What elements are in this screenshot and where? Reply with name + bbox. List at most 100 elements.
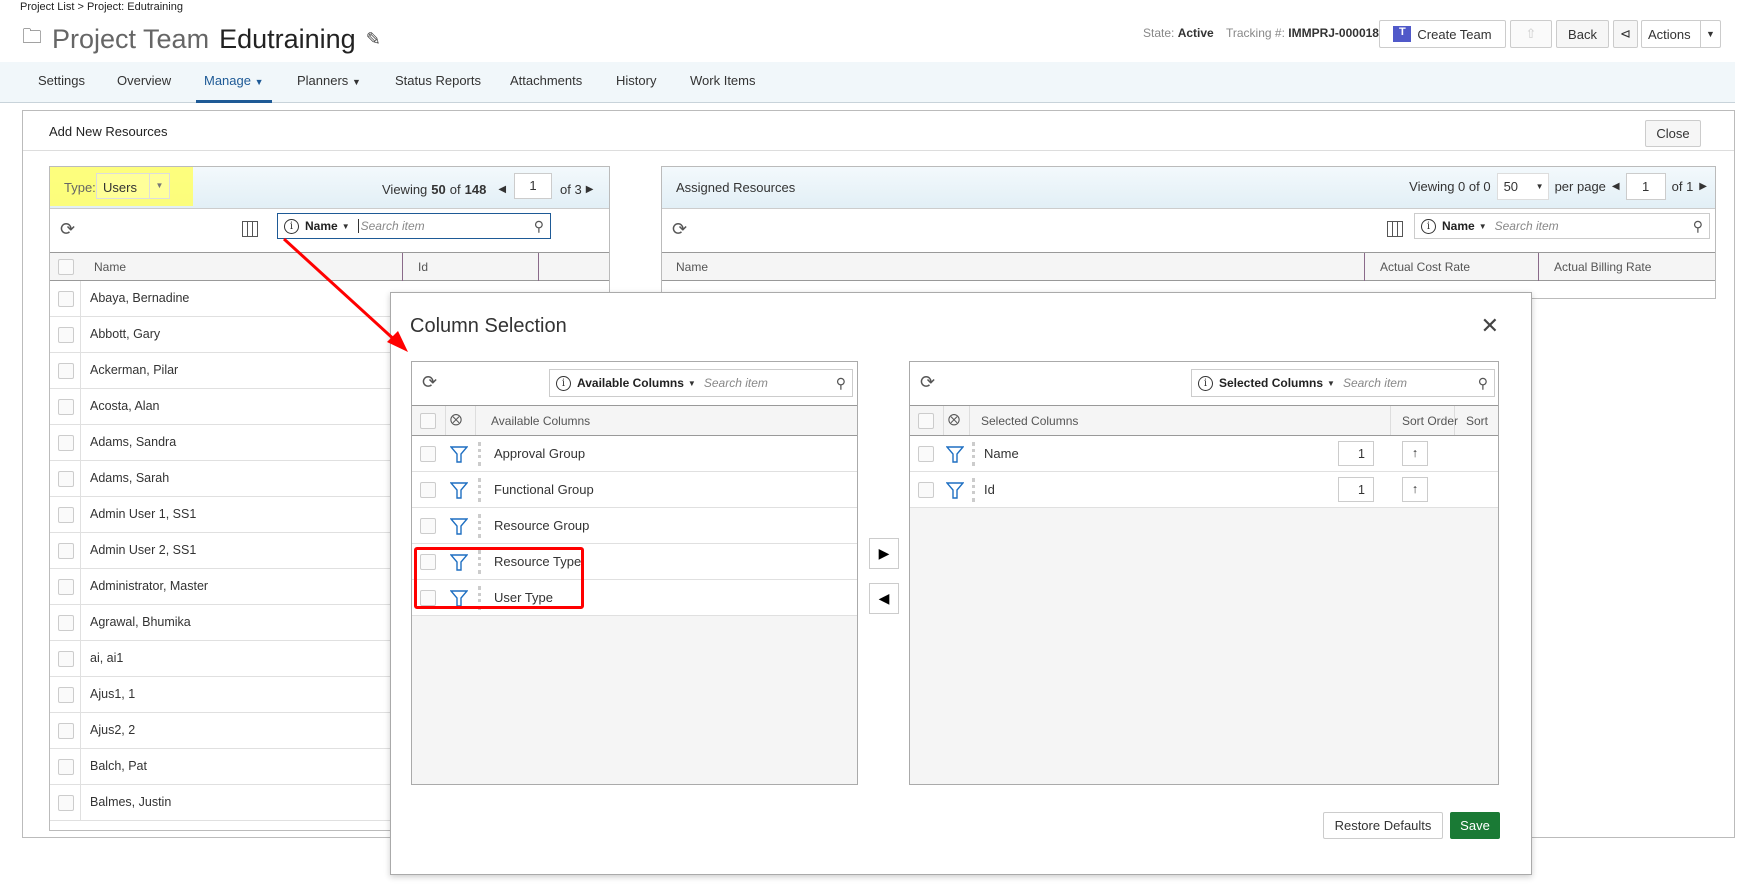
search-icon[interactable]: ⚲ bbox=[1478, 375, 1488, 392]
move-left-button[interactable]: ◀ bbox=[869, 583, 899, 614]
search-field-select[interactable]: Available Columns bbox=[577, 376, 684, 390]
tab-history[interactable]: History bbox=[616, 62, 656, 103]
sort-ascending-icon[interactable]: ↑ bbox=[1402, 441, 1428, 466]
row-checkbox[interactable] bbox=[58, 471, 74, 487]
col-name[interactable]: Name bbox=[94, 260, 126, 274]
save-button[interactable]: Save bbox=[1450, 812, 1500, 839]
available-search-input[interactable]: i Available Columns ▼ Search item ⚲ bbox=[549, 369, 853, 397]
columns-icon[interactable] bbox=[242, 221, 258, 237]
refresh-icon[interactable]: ⟳ bbox=[672, 219, 687, 240]
row-checkbox[interactable] bbox=[420, 518, 436, 534]
info-icon: i bbox=[1421, 218, 1436, 234]
column-row[interactable]: Approval Group bbox=[412, 436, 857, 472]
columns-icon[interactable] bbox=[1387, 221, 1403, 237]
row-checkbox[interactable] bbox=[58, 615, 74, 631]
actions-button[interactable]: Actions ▼ bbox=[1641, 20, 1721, 48]
prev-page-icon[interactable]: ◀ bbox=[1612, 181, 1620, 192]
filter-icon[interactable] bbox=[945, 445, 965, 463]
filter-icon[interactable] bbox=[945, 481, 965, 499]
row-checkbox[interactable] bbox=[58, 291, 74, 307]
tab-overview[interactable]: Overview bbox=[117, 62, 171, 103]
col-actual-cost-rate[interactable]: Actual Cost Rate bbox=[1380, 260, 1470, 274]
row-checkbox[interactable] bbox=[58, 363, 74, 379]
next-page-icon[interactable]: ▶ bbox=[586, 184, 594, 195]
row-checkbox[interactable] bbox=[58, 543, 74, 559]
page-input[interactable]: 1 bbox=[1625, 173, 1666, 200]
search-icon[interactable]: ⚲ bbox=[1693, 218, 1703, 235]
move-right-button[interactable]: ▶ bbox=[869, 538, 899, 569]
col-actual-billing-rate[interactable]: Actual Billing Rate bbox=[1554, 260, 1651, 274]
row-checkbox[interactable] bbox=[58, 327, 74, 343]
selected-search-input[interactable]: i Selected Columns ▼ Search item ⚲ bbox=[1191, 369, 1495, 397]
search-icon[interactable]: ⚲ bbox=[836, 375, 846, 392]
search-input[interactable]: i Name ▼ Search item ⚲ bbox=[277, 213, 551, 239]
page-input[interactable]: 1 bbox=[514, 173, 553, 199]
column-row[interactable]: Functional Group bbox=[412, 472, 857, 508]
export-button[interactable]: ⇧ bbox=[1510, 20, 1552, 48]
drag-handle[interactable] bbox=[478, 478, 481, 502]
back-button[interactable]: Back bbox=[1556, 20, 1609, 48]
col-id[interactable]: Id bbox=[418, 260, 428, 274]
info-icon: i bbox=[284, 218, 299, 234]
search-field-select[interactable]: Name bbox=[1442, 219, 1475, 233]
tab-settings[interactable]: Settings bbox=[38, 62, 85, 103]
row-checkbox[interactable] bbox=[420, 446, 436, 462]
next-page-icon[interactable]: ▶ bbox=[1699, 181, 1707, 192]
tab-attachments[interactable]: Attachments bbox=[510, 62, 582, 103]
row-checkbox[interactable] bbox=[58, 579, 74, 595]
row-checkbox[interactable] bbox=[58, 507, 74, 523]
drag-handle[interactable] bbox=[972, 478, 975, 502]
clear-filter-icon[interactable]: ⨂ bbox=[948, 412, 960, 426]
tab-planners[interactable]: Planners ▼ bbox=[297, 62, 361, 103]
search-input[interactable]: i Name ▼ Search item ⚲ bbox=[1414, 213, 1710, 239]
row-checkbox[interactable] bbox=[58, 795, 74, 811]
column-row[interactable]: Resource Group bbox=[412, 508, 857, 544]
tab-work-items[interactable]: Work Items bbox=[690, 62, 756, 103]
search-field-select[interactable]: Selected Columns bbox=[1219, 376, 1323, 390]
column-row[interactable]: Id 1 ↑ bbox=[910, 472, 1498, 508]
row-checkbox[interactable] bbox=[58, 759, 74, 775]
sort-order-input[interactable]: 1 bbox=[1338, 441, 1374, 466]
search-field-select[interactable]: Name bbox=[305, 219, 338, 233]
filter-icon[interactable] bbox=[449, 517, 469, 535]
drag-handle[interactable] bbox=[478, 442, 481, 466]
select-all-checkbox[interactable] bbox=[58, 259, 74, 275]
select-all-checkbox[interactable] bbox=[420, 413, 436, 429]
tab-manage[interactable]: Manage ▼ bbox=[196, 62, 272, 103]
divider bbox=[80, 533, 81, 568]
share-button[interactable]: ⊲ bbox=[1613, 20, 1638, 48]
close-button[interactable]: Close bbox=[1645, 120, 1701, 147]
prev-page-icon[interactable]: ◀ bbox=[498, 184, 506, 195]
refresh-icon[interactable]: ⟳ bbox=[60, 219, 75, 240]
sort-ascending-icon[interactable]: ↑ bbox=[1402, 477, 1428, 502]
drag-handle[interactable] bbox=[972, 442, 975, 466]
sort-order-input[interactable]: 1 bbox=[1338, 477, 1374, 502]
refresh-icon[interactable]: ⟳ bbox=[422, 372, 437, 393]
col-name[interactable]: Name bbox=[676, 260, 708, 274]
edit-pencil-icon[interactable]: ✎ bbox=[366, 29, 381, 50]
row-checkbox[interactable] bbox=[918, 482, 934, 498]
row-checkbox[interactable] bbox=[58, 399, 74, 415]
tab-status-reports[interactable]: Status Reports bbox=[395, 62, 481, 103]
row-checkbox[interactable] bbox=[420, 482, 436, 498]
viewing-label: Viewing 0 of 0 bbox=[1409, 179, 1491, 194]
filter-icon[interactable] bbox=[449, 481, 469, 499]
row-checkbox[interactable] bbox=[58, 687, 74, 703]
row-checkbox[interactable] bbox=[58, 435, 74, 451]
per-page-select[interactable]: 50 ▼ bbox=[1496, 173, 1549, 200]
row-checkbox[interactable] bbox=[58, 651, 74, 667]
row-checkbox[interactable] bbox=[918, 446, 934, 462]
close-icon[interactable]: ✕ bbox=[1481, 313, 1499, 339]
drag-handle[interactable] bbox=[478, 514, 481, 538]
refresh-icon[interactable]: ⟳ bbox=[920, 372, 935, 393]
search-icon[interactable]: ⚲ bbox=[534, 218, 544, 235]
breadcrumb[interactable]: Project List > Project: Edutraining bbox=[20, 1, 183, 13]
clear-filter-icon[interactable]: ⨂ bbox=[450, 412, 462, 426]
select-all-checkbox[interactable] bbox=[918, 413, 934, 429]
filter-icon[interactable] bbox=[449, 445, 469, 463]
type-select[interactable]: Users ▼ bbox=[96, 173, 170, 199]
row-checkbox[interactable] bbox=[58, 723, 74, 739]
create-team-button[interactable]: T Create Team bbox=[1379, 20, 1506, 48]
restore-defaults-button[interactable]: Restore Defaults bbox=[1323, 812, 1443, 839]
column-row[interactable]: Name 1 ↑ bbox=[910, 436, 1498, 472]
